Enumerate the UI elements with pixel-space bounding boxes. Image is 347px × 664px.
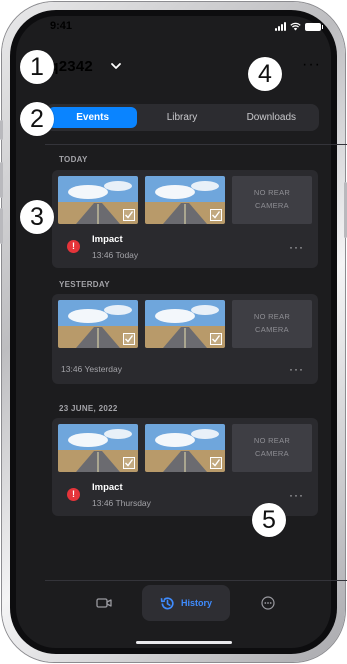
- tab-library[interactable]: Library: [137, 107, 226, 128]
- event-card[interactable]: NO REAR CAMERA ! Impact 13:46 Today ···: [52, 170, 318, 268]
- event-card[interactable]: NO REAR CAMERA ! Impact 13:46 Thursday ·…: [52, 418, 318, 516]
- no-rear-camera-placeholder: NO REAR CAMERA: [232, 176, 312, 224]
- interior-camera-thumbnail[interactable]: [145, 300, 225, 348]
- event-time: 13:46 Thursday: [92, 498, 151, 508]
- event-title: Impact: [92, 234, 123, 245]
- event-time: 13:46 Yesterday: [61, 364, 122, 374]
- wifi-icon: [290, 22, 301, 31]
- battery-icon: [305, 23, 323, 31]
- no-rear-camera-placeholder: NO REAR CAMERA: [232, 300, 312, 348]
- signal-icon: [275, 22, 286, 31]
- header-divider: [45, 144, 347, 145]
- events-tabs: Events Library Downloads: [45, 104, 319, 131]
- status-icons: [275, 22, 323, 31]
- home-indicator[interactable]: [136, 641, 232, 644]
- tab-camera[interactable]: [84, 585, 124, 621]
- screen-content: 9:41 iq2342 ··· Events Library Downloads…: [0, 0, 347, 664]
- tabbar-divider: [45, 580, 347, 581]
- callout-marker: 4: [248, 57, 282, 91]
- checkbox-icon[interactable]: [123, 457, 135, 469]
- tab-downloads[interactable]: Downloads: [227, 107, 316, 128]
- checkbox-icon[interactable]: [210, 209, 222, 221]
- callout-marker: 3: [20, 200, 54, 234]
- tab-history[interactable]: History: [142, 585, 230, 621]
- no-rear-camera-placeholder: NO REAR CAMERA: [232, 424, 312, 472]
- event-title: Impact: [92, 482, 123, 493]
- history-icon: [160, 596, 174, 609]
- callout-marker: 2: [20, 102, 54, 136]
- front-camera-thumbnail[interactable]: [58, 176, 138, 224]
- callout-marker: 1: [20, 50, 54, 84]
- checkbox-icon[interactable]: [123, 333, 135, 345]
- status-time: 9:41: [50, 20, 73, 32]
- video-camera-icon: [96, 598, 112, 608]
- alert-icon: !: [67, 240, 80, 253]
- event-more-button[interactable]: ···: [289, 362, 304, 376]
- status-bar: 9:41: [0, 20, 347, 36]
- interior-camera-thumbnail[interactable]: [145, 424, 225, 472]
- checkbox-icon[interactable]: [210, 457, 222, 469]
- more-options-button[interactable]: ···: [302, 56, 321, 74]
- front-camera-thumbnail[interactable]: [58, 424, 138, 472]
- event-more-button[interactable]: ···: [289, 488, 304, 502]
- event-time: 13:46 Today: [92, 250, 139, 260]
- checkbox-icon[interactable]: [123, 209, 135, 221]
- chevron-down-icon[interactable]: [110, 60, 122, 72]
- section-label-today: TODAY: [59, 155, 88, 164]
- checkbox-icon[interactable]: [210, 333, 222, 345]
- interior-camera-thumbnail[interactable]: [145, 176, 225, 224]
- section-label-yesterday: YESTERDAY: [59, 280, 110, 289]
- front-camera-thumbnail[interactable]: [58, 300, 138, 348]
- callout-marker: 5: [252, 503, 286, 537]
- event-card[interactable]: NO REAR CAMERA 13:46 Yesterday ···: [52, 294, 318, 384]
- tab-events[interactable]: Events: [48, 107, 138, 128]
- app-header: iq2342 ···: [45, 56, 327, 80]
- more-circle-icon: [261, 596, 275, 610]
- tab-history-label: History: [180, 598, 212, 608]
- tab-more[interactable]: [248, 585, 288, 621]
- section-label-date: 23 JUNE, 2022: [59, 404, 118, 413]
- alert-icon: !: [67, 488, 80, 501]
- event-more-button[interactable]: ···: [289, 240, 304, 254]
